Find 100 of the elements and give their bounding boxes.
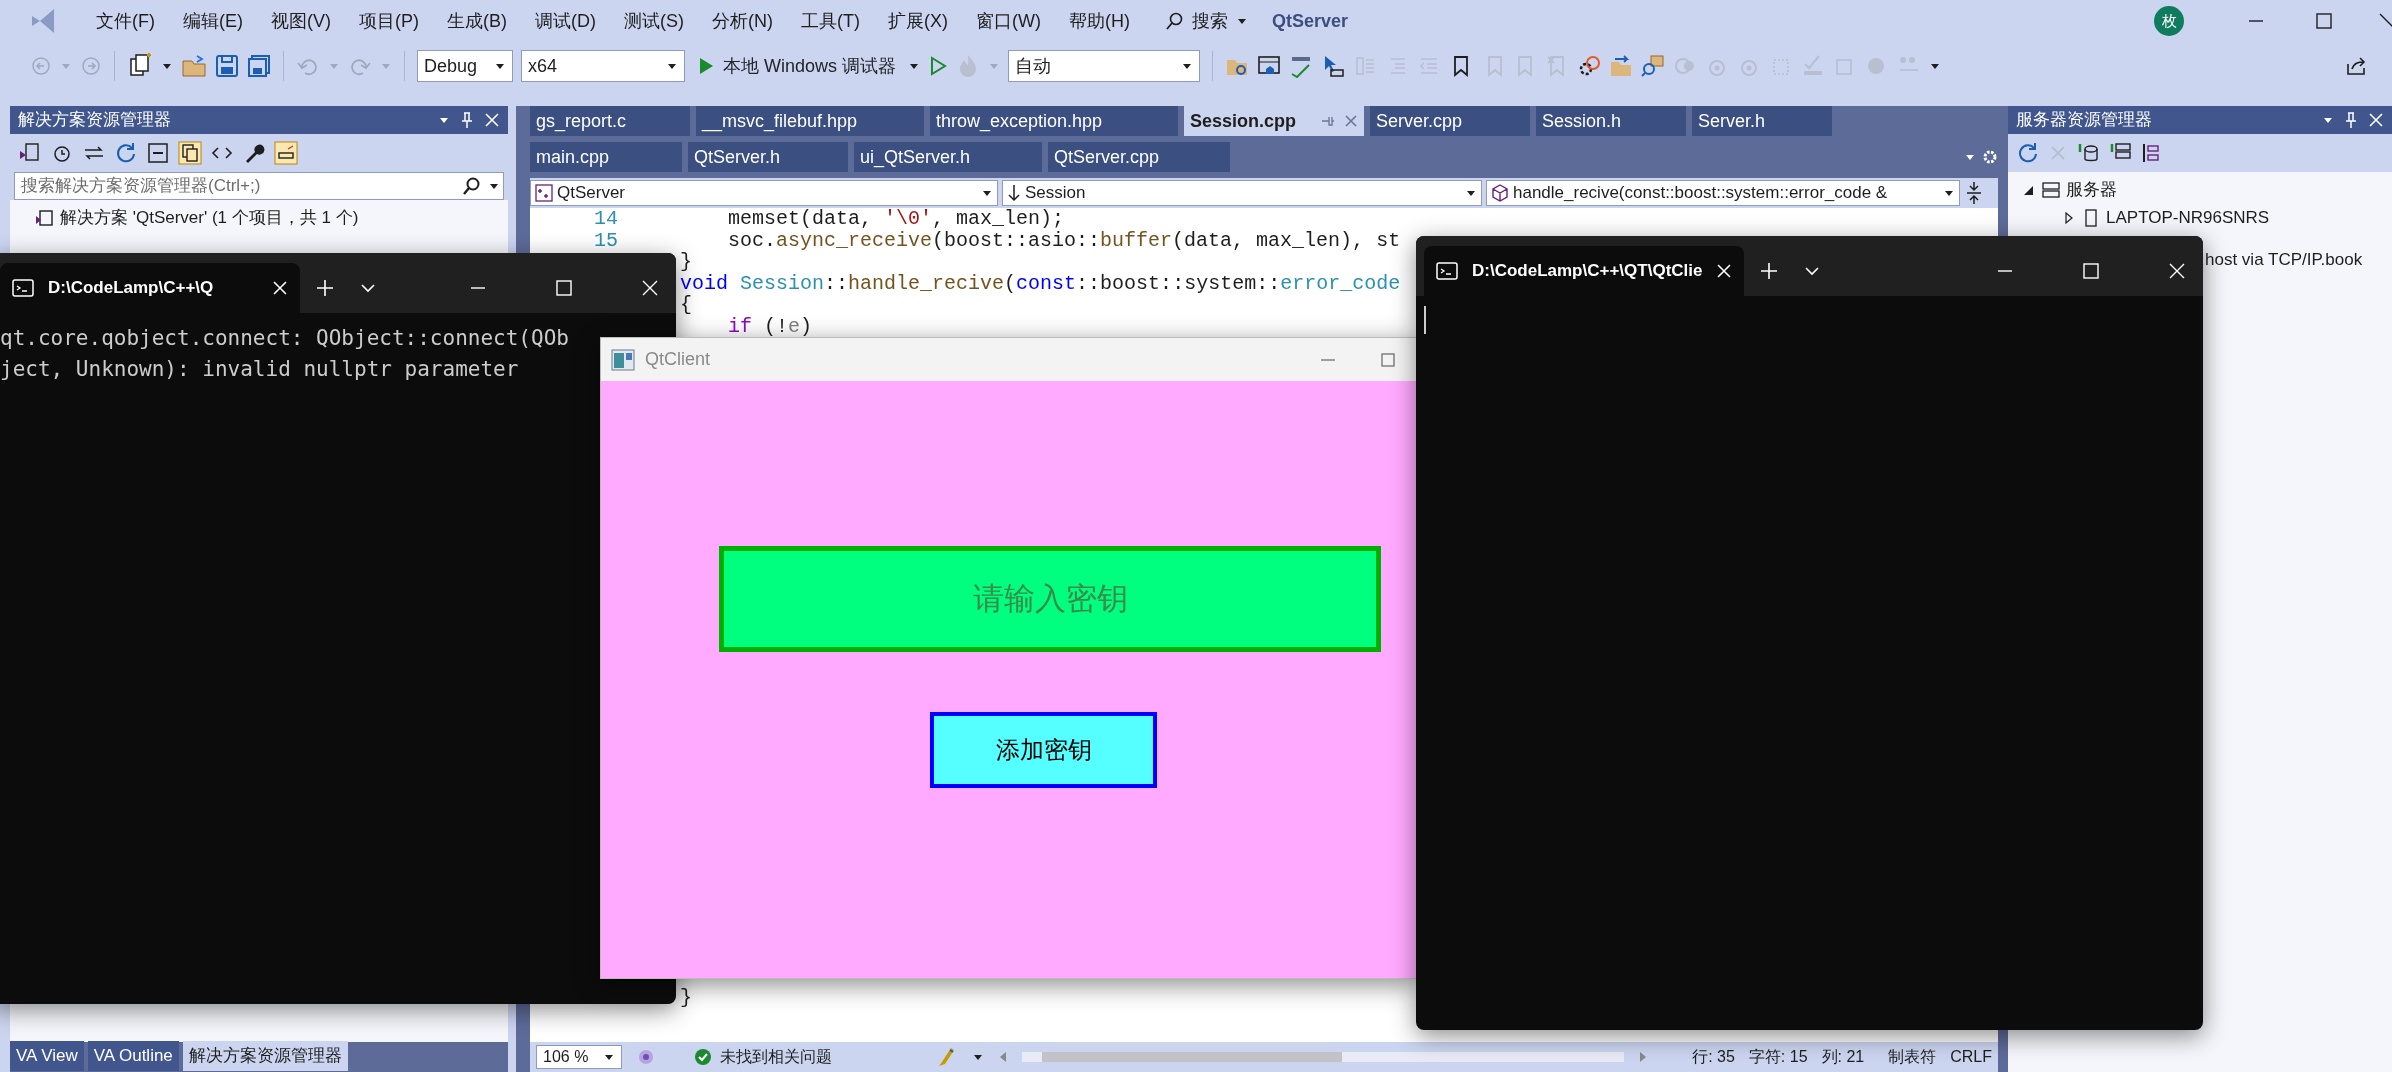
close-icon[interactable] — [640, 278, 660, 298]
menu-item[interactable]: 测试(S) — [610, 3, 698, 39]
zoom-dropdown[interactable]: 106 % — [536, 1045, 622, 1069]
mode-dropdown[interactable]: 自动 — [1008, 50, 1201, 82]
panel-title: 解决方案资源管理器 — [18, 109, 172, 132]
hierarchy-icon[interactable] — [2140, 141, 2162, 165]
share-icon[interactable] — [2344, 54, 2368, 78]
platform-dropdown[interactable]: x64 — [521, 50, 685, 82]
member-dropdown[interactable]: handle_recive(const::boost::system::error_code & — [1486, 180, 1960, 206]
plus-icon[interactable] — [1760, 262, 1779, 280]
pin-icon[interactable] — [460, 111, 474, 129]
status-text[interactable]: 行: 35 — [1692, 1045, 1735, 1069]
menu-item[interactable]: 工具(T) — [787, 3, 874, 39]
split-icon[interactable] — [1964, 180, 1984, 206]
file-tab[interactable]: throw_exception.hpp — [930, 106, 1178, 136]
file-tab[interactable]: Session.cpp — [1184, 106, 1364, 136]
folder-icon[interactable] — [181, 54, 207, 78]
refresh-icon[interactable] — [2016, 141, 2040, 165]
code-line: if (!e) — [727, 315, 813, 337]
menu-item[interactable]: 分析(N) — [698, 3, 787, 39]
file-tab[interactable]: gs_report.c — [530, 106, 690, 136]
code-line: soc.async_receive(boost::asio::buffer(data, max_len), st — [727, 229, 1401, 251]
save-icon[interactable] — [215, 54, 239, 78]
panel-tab[interactable]: 解决方案资源管理器 — [182, 1041, 348, 1071]
project-dropdown[interactable]: QtServer — [530, 180, 998, 206]
configuration-dropdown[interactable]: Debug — [417, 50, 513, 82]
maximize-icon[interactable] — [554, 278, 574, 298]
menu-item[interactable]: 项目(P) — [345, 3, 433, 39]
menu-item[interactable]: 生成(B) — [433, 3, 521, 39]
status-text[interactable]: 字符: 15 — [1748, 1045, 1808, 1069]
new-project-icon[interactable] — [127, 53, 153, 79]
pin-icon[interactable] — [2344, 111, 2358, 129]
server-icon — [2042, 180, 2060, 200]
menu-item[interactable]: 帮助(H) — [1054, 3, 1144, 39]
terminal-output: qt.core.qobject.connect: QObject::connect(QOb — [0, 325, 569, 352]
terminal-output: ject, Unknown): invalid nullptr parameter — [0, 356, 519, 383]
code-line: } — [680, 986, 692, 1008]
tree-item[interactable]: LAPTOP-NR96SNRS — [2106, 205, 2270, 231]
panel-tab[interactable]: VA Outline — [87, 1041, 179, 1071]
scope-dropdown[interactable]: Session — [1002, 180, 1482, 206]
computer-icon — [2082, 208, 2100, 228]
panel-tab[interactable]: VA View — [10, 1041, 84, 1071]
plus-icon[interactable] — [316, 279, 334, 297]
status-text[interactable]: 列: 21 — [1821, 1045, 1865, 1069]
status-text[interactable]: CRLF — [1950, 1045, 1992, 1069]
tree-item[interactable]: host via TCP/IP.book — [2205, 247, 2363, 273]
menu-item[interactable]: 视图(V) — [257, 3, 345, 39]
assistant-icon[interactable] — [636, 1047, 656, 1067]
file-tab[interactable]: Server.h — [1692, 106, 1832, 136]
menu-item[interactable]: 窗口(W) — [961, 3, 1055, 39]
terminal-tab[interactable]: D:\CodeLamp\C++\Q — [0, 263, 300, 313]
add-key-button[interactable]: 添加密钥 — [930, 712, 1157, 788]
menu-item[interactable]: 扩展(X) — [873, 3, 962, 39]
key-input-field[interactable]: 请输入密钥 — [719, 546, 1381, 652]
search-icon — [1163, 11, 1184, 31]
avatar[interactable]: 枚 — [2154, 6, 2184, 36]
file-tab[interactable]: main.cpp — [530, 142, 682, 172]
file-tab[interactable]: __msvc_filebuf.hpp — [696, 106, 924, 136]
check-circle-icon — [694, 1048, 712, 1066]
show-all-files-icon[interactable] — [178, 141, 202, 165]
close-icon[interactable] — [2368, 112, 2384, 128]
file-tab[interactable]: ui_QtServer.h — [854, 142, 1042, 172]
line-number: 14 — [593, 208, 618, 230]
project-icon — [535, 184, 553, 202]
close-icon[interactable] — [484, 112, 500, 128]
menu-item[interactable]: 调试(D) — [521, 3, 610, 39]
code-line: { — [680, 294, 692, 316]
close-icon[interactable] — [2167, 261, 2187, 281]
code-line: void Session::handle_recive(const::boost::system::error_code — [680, 272, 1401, 294]
refresh-icon[interactable] — [114, 141, 138, 165]
play-icon — [697, 56, 715, 76]
menu-item[interactable]: 文件(F) — [82, 3, 169, 39]
close-icon — [272, 280, 288, 296]
preview-icon[interactable] — [274, 141, 298, 165]
find-symbol-icon[interactable] — [1641, 54, 1666, 78]
debug-start-button[interactable]: 本地 Windows 调试器 — [693, 48, 901, 84]
tree-item[interactable]: 服务器 — [2066, 177, 2117, 203]
collapse-icon[interactable] — [146, 141, 170, 165]
swap-folder-icon[interactable] — [1609, 54, 1634, 78]
maximize-icon[interactable] — [2081, 261, 2101, 281]
arrow-down-icon — [1007, 184, 1021, 202]
app-icon — [611, 348, 635, 371]
search-menu[interactable]: 搜索 — [1163, 3, 1248, 39]
terminal-tab[interactable]: D:\CodeLamp\C++\QT\QtClie — [1424, 246, 1745, 296]
file-tab[interactable]: QtServer.cpp — [1048, 142, 1230, 172]
file-tab[interactable]: Session.h — [1536, 106, 1686, 136]
line-number: 15 — [593, 229, 618, 251]
horizontal-scrollbar[interactable] — [1022, 1052, 1625, 1062]
issues-status[interactable]: 未找到相关问题 — [720, 1045, 832, 1069]
maximize-icon[interactable] — [2314, 11, 2334, 31]
play-outline-icon[interactable] — [928, 55, 949, 77]
menu-item[interactable]: 编辑(E) — [169, 3, 257, 39]
save-all-icon[interactable] — [247, 54, 271, 78]
terminal-icon — [12, 278, 34, 298]
file-tab[interactable]: QtServer.h — [688, 142, 848, 172]
search-box[interactable]: 搜索解决方案资源管理器(Ctrl+;) — [14, 172, 504, 200]
tree-item[interactable]: 解决方案 'QtServer' (1 个项目，共 1 个) — [60, 205, 359, 231]
status-text[interactable]: 制表符 — [1888, 1045, 1937, 1069]
terminal-icon — [1436, 261, 1458, 281]
file-tab[interactable]: Server.cpp — [1370, 106, 1530, 136]
